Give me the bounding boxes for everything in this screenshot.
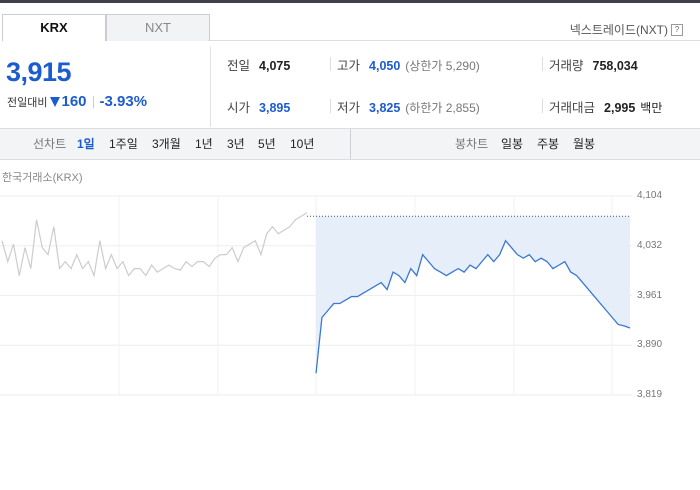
period-1y-button[interactable]: 1년 (195, 129, 213, 159)
price-below-prev-area (316, 216, 630, 374)
exchange-label: 한국거래소(KRX) (2, 172, 83, 184)
candle-daily-button[interactable]: 일봉 (501, 129, 523, 159)
change-amount: 160 (61, 93, 87, 110)
stat-prev-close-label: 전일 (227, 59, 251, 73)
current-price: 3,915 (6, 57, 72, 87)
period-1w-button[interactable]: 1주일 (109, 129, 138, 159)
nxt-link-label: 넥스트레이드(NXT) (569, 23, 668, 37)
intraday-price-chart (0, 195, 632, 396)
stat-prev-close: 전일 4,075 (227, 55, 290, 74)
toolbar-divider (350, 129, 351, 159)
tabs-divider (208, 40, 700, 41)
stat-divider (542, 99, 543, 113)
line-chart-label: 선차트 (33, 137, 67, 151)
candle-chart-label: 봉차트 (455, 137, 489, 151)
y-tick-label: 4,104 (637, 190, 663, 201)
chart-toolbar: 선차트 1일 1주일 3개월 1년 3년 5년 10년 봉차트 일봉 주봉 월봉 (0, 128, 700, 160)
down-triangle-icon (50, 97, 61, 107)
quote-stats: 전일 4,075 고가 4,050 (상한가 5,290) 거래량 758,03… (210, 47, 700, 127)
stat-divider (330, 57, 331, 71)
change-divider (92, 95, 94, 108)
tab-nxt[interactable]: NXT (106, 14, 210, 41)
period-10y-button[interactable]: 10년 (290, 129, 314, 159)
stat-prev-close-value: 4,075 (259, 59, 291, 73)
stat-volume: 거래량 758,034 (549, 55, 638, 74)
stat-low: 저가 3,825 (하한가 2,855) (337, 97, 480, 116)
stat-low-label: 저가 (337, 101, 361, 115)
y-tick-label: 3,961 (637, 289, 663, 301)
period-3m-button[interactable]: 3개월 (152, 129, 181, 159)
stat-high: 고가 4,050 (상한가 5,290) (337, 55, 480, 74)
y-tick-label: 3,819 (637, 389, 663, 400)
stat-upper-limit: (상한가 5,290) (405, 59, 480, 73)
stat-low-value: 3,825 (369, 101, 401, 115)
stat-divider (330, 99, 331, 113)
stat-volume-label: 거래량 (549, 59, 584, 73)
period-3y-button[interactable]: 3년 (227, 129, 245, 159)
stat-open: 시가 3,895 (227, 97, 290, 116)
stat-open-label: 시가 (227, 101, 251, 115)
candle-monthly-button[interactable]: 월봉 (573, 129, 595, 159)
stat-amount-unit: 백만 (640, 101, 663, 115)
stat-high-label: 고가 (337, 59, 361, 73)
stat-high-value: 4,050 (369, 59, 401, 73)
candle-weekly-button[interactable]: 주봉 (537, 129, 559, 159)
tab-krx[interactable]: KRX (2, 14, 106, 41)
nxt-link[interactable]: 넥스트레이드(NXT) ? (570, 21, 683, 38)
stat-volume-value: 758,034 (592, 59, 638, 73)
stat-lower-limit: (하한가 2,855) (405, 101, 480, 115)
stat-open-value: 3,895 (259, 101, 291, 115)
stat-amount-label: 거래대금 (549, 101, 596, 115)
change-percent: -3.93% (99, 93, 148, 110)
period-1d-button[interactable]: 1일 (77, 129, 95, 159)
help-icon[interactable]: ? (671, 23, 683, 36)
y-tick-label: 3,890 (637, 339, 663, 351)
change-label: 전일대비 (7, 96, 48, 109)
prev-day-price-line (1, 212, 308, 278)
stat-divider (542, 57, 543, 71)
market-tabs: KRX NXT (2, 14, 210, 41)
y-tick-label: 4,032 (637, 239, 663, 251)
stat-amount: 거래대금 2,995 백만 (549, 97, 662, 116)
price-change: 전일대비 160 -3.93% (7, 93, 147, 110)
top-border (0, 0, 700, 3)
stat-amount-value: 2,995 (604, 101, 636, 115)
period-5y-button[interactable]: 5년 (258, 129, 276, 159)
